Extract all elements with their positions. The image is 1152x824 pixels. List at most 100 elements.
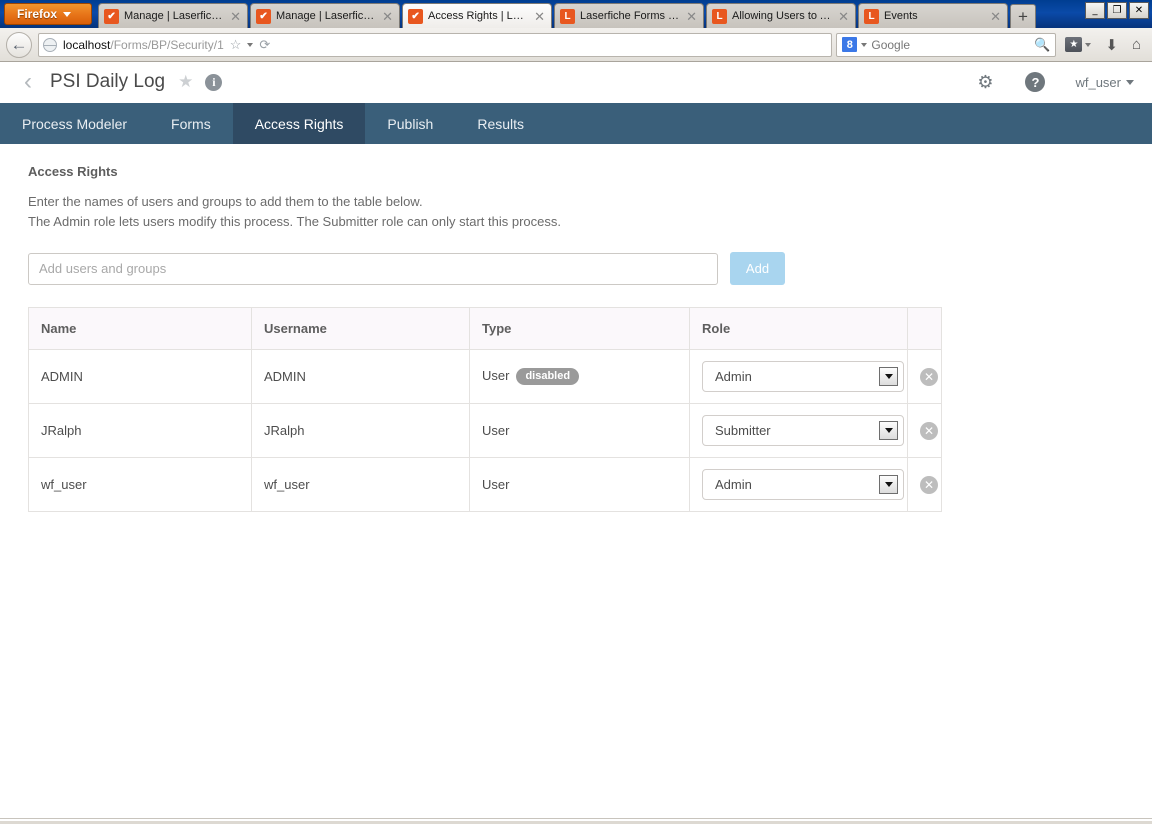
chevron-down-icon[interactable] — [247, 42, 254, 47]
download-icon: ⬇ — [1105, 36, 1118, 54]
cell-actions: ✕ — [907, 403, 942, 458]
chevron-down-icon — [879, 367, 898, 386]
table-row: ADMIN ADMIN User disabled Admin ✕ — [28, 349, 942, 404]
address-bar[interactable]: localhost/Forms/BP/Security/1 ☆ ⟳ — [38, 32, 833, 57]
cell-username: wf_user — [251, 457, 470, 512]
cell-role: Submitter — [689, 403, 908, 458]
close-icon[interactable]: ✕ — [684, 10, 697, 23]
cell-role: Admin — [689, 349, 908, 404]
remove-row-icon[interactable]: ✕ — [920, 475, 938, 494]
home-button[interactable]: ⌂ — [1127, 36, 1146, 53]
remove-row-icon[interactable]: ✕ — [920, 421, 938, 440]
back-chevron-icon[interactable]: ‹ — [18, 70, 50, 94]
search-bar[interactable]: 8 Google 🔍 — [836, 32, 1057, 57]
table-header-row: Name Username Type Role — [28, 307, 942, 350]
cell-username: ADMIN — [251, 349, 470, 404]
address-bar-url: localhost/Forms/BP/Security/1 — [63, 38, 224, 52]
laserfiche-check-icon: ✔ — [256, 8, 272, 24]
search-engine-label: Google — [871, 37, 911, 52]
add-users-and-groups-input[interactable] — [28, 252, 718, 285]
firefox-app-button[interactable]: Firefox — [4, 3, 93, 25]
tab-label: Process Modeler — [22, 115, 128, 132]
browser-tab-title: Events — [884, 10, 918, 22]
role-select[interactable]: Admin — [702, 361, 904, 392]
main-content: Access Rights Enter the names of users a… — [0, 144, 1152, 512]
firefox-app-button-label: Firefox — [17, 7, 58, 21]
cell-actions: ✕ — [907, 349, 942, 404]
downloads-button[interactable]: ⬇ — [1100, 36, 1123, 54]
cell-username: JRalph — [251, 403, 470, 458]
close-icon[interactable]: ✕ — [836, 10, 849, 23]
minimize-button[interactable]: _ — [1085, 2, 1105, 19]
bookmark-star-icon[interactable]: ☆ — [230, 37, 242, 53]
browser-tab-title: Allowing Users to Acc... — [732, 10, 831, 22]
browser-tab[interactable]: L Allowing Users to Acc... ✕ — [706, 3, 857, 28]
column-header-username: Username — [251, 307, 470, 350]
tab-label: Publish — [387, 115, 434, 132]
browser-tab-active[interactable]: ✔ Access Rights | Laserf... ✕ — [402, 3, 553, 28]
cell-type: User — [469, 457, 690, 512]
close-icon[interactable]: ✕ — [532, 10, 545, 23]
browser-navigation-bar: ← localhost/Forms/BP/Security/1 ☆ ⟳ 8 Go… — [0, 28, 1152, 62]
globe-icon — [43, 37, 57, 52]
tab-publish[interactable]: Publish — [365, 103, 455, 144]
close-window-button[interactable]: ✕ — [1129, 2, 1149, 19]
browser-back-button[interactable]: ← — [6, 31, 32, 58]
browser-tab[interactable]: ✔ Manage | Laserfiche F... ✕ — [98, 3, 249, 28]
browser-tab[interactable]: L Events ✕ — [858, 3, 1009, 28]
address-bar-host: localhost — [63, 37, 111, 52]
reload-icon[interactable]: ⟳ — [259, 37, 270, 53]
info-icon[interactable]: i — [205, 73, 223, 91]
address-bar-path: /Forms/BP/Security/1 — [110, 37, 224, 52]
chevron-down-icon — [1085, 42, 1092, 47]
browser-tab[interactable]: L Laserfiche Forms Help ✕ — [554, 3, 705, 28]
tab-access-rights[interactable]: Access Rights — [232, 103, 366, 144]
restore-button[interactable]: ❐ — [1107, 2, 1127, 19]
type-label: User — [482, 423, 510, 438]
table-row: JRalph JRalph User Submitter ✕ — [28, 403, 942, 458]
laserfiche-l-icon: L — [864, 8, 880, 24]
laserfiche-check-icon: ✔ — [408, 8, 424, 24]
tab-label: Forms — [171, 115, 211, 132]
window-bottom-edge — [0, 818, 1152, 824]
bookmark-icon: ★ — [1065, 37, 1083, 52]
user-menu[interactable]: wf_user — [1075, 75, 1134, 90]
browser-tab-title: Manage | Laserfiche F... — [124, 10, 224, 22]
browser-tab[interactable]: ✔ Manage | Laserfiche F... ✕ — [250, 3, 401, 28]
tab-forms[interactable]: Forms — [149, 103, 233, 144]
remove-row-icon[interactable]: ✕ — [920, 367, 938, 386]
close-icon[interactable]: ✕ — [228, 10, 241, 23]
minimize-icon: _ — [1092, 5, 1098, 16]
gear-icon[interactable]: ⚙ — [977, 72, 993, 93]
app-header: ‹ PSI Daily Log ★ i ⚙ ? wf_user — [0, 62, 1152, 103]
browser-tab-title: Access Rights | Laserf... — [428, 10, 527, 22]
tab-results[interactable]: Results — [455, 103, 546, 144]
browser-tabs-area: ✔ Manage | Laserfiche F... ✕ ✔ Manage | … — [98, 3, 1079, 28]
help-icon[interactable]: ? — [1025, 72, 1046, 92]
type-label: User — [482, 477, 510, 492]
new-tab-button[interactable]: + — [1010, 4, 1037, 28]
role-select[interactable]: Submitter — [702, 415, 904, 446]
close-icon[interactable]: ✕ — [380, 10, 393, 23]
cell-name: wf_user — [28, 457, 252, 512]
column-header-actions — [907, 307, 942, 350]
close-icon[interactable]: ✕ — [988, 10, 1001, 23]
cell-type: User disabled — [469, 349, 690, 404]
cell-type: User — [469, 403, 690, 458]
chevron-down-icon — [63, 11, 72, 17]
table-row: wf_user wf_user User Admin ✕ — [28, 457, 942, 512]
bookmarks-button[interactable]: ★ — [1060, 37, 1096, 52]
page-title: PSI Daily Log — [50, 71, 166, 92]
chevron-down-icon — [879, 475, 898, 494]
browser-tab-strip: Firefox ✔ Manage | Laserfiche F... ✕ ✔ M… — [0, 0, 1152, 28]
close-icon: ✕ — [1134, 5, 1144, 16]
search-icon[interactable]: 🔍 — [1034, 37, 1050, 53]
add-button[interactable]: Add — [730, 252, 785, 285]
section-title: Access Rights — [28, 164, 118, 179]
favorite-star-icon[interactable]: ★ — [178, 72, 193, 92]
role-select[interactable]: Admin — [702, 469, 904, 500]
google-icon: 8 — [842, 37, 858, 52]
web-page: ‹ PSI Daily Log ★ i ⚙ ? wf_user Process … — [0, 62, 1152, 824]
chevron-down-icon[interactable] — [861, 42, 868, 47]
tab-process-modeler[interactable]: Process Modeler — [0, 103, 149, 144]
